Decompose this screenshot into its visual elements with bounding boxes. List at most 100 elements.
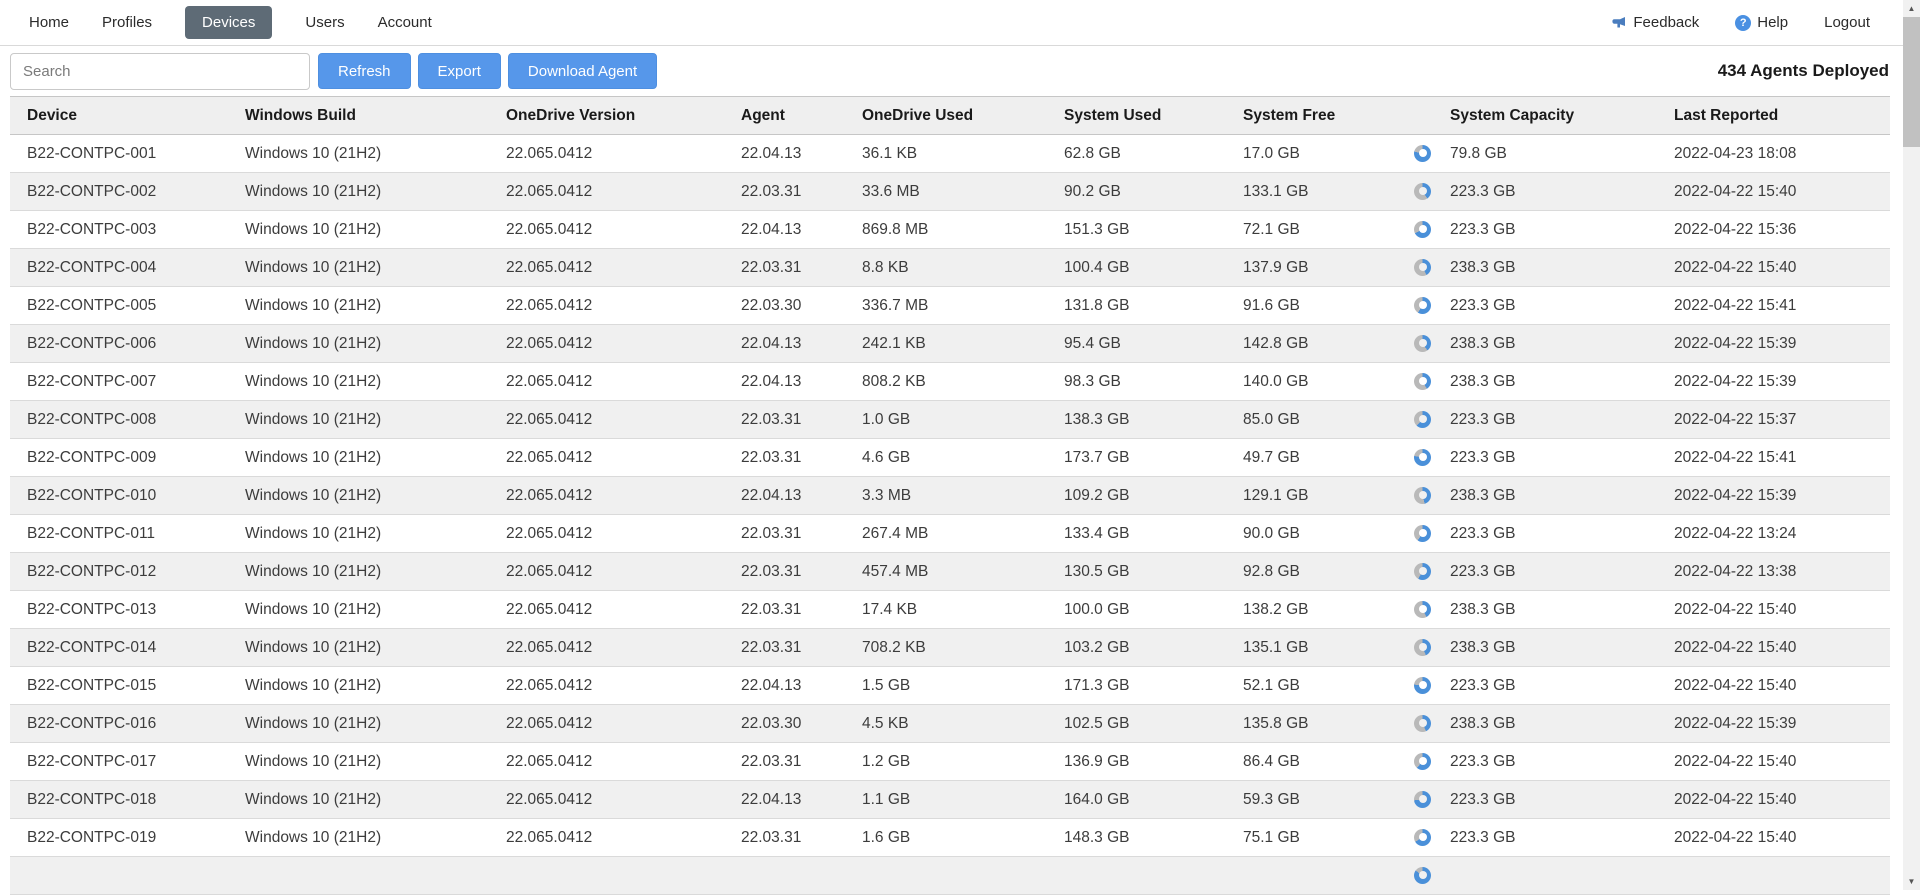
system-usage-donut — [1414, 639, 1431, 656]
cell-last-reported: 2022-04-22 15:41 — [1657, 287, 1890, 325]
cell-device: B22-CONTPC-001 — [10, 135, 228, 173]
cell-system-free: 86.4 GB — [1226, 743, 1406, 781]
cell-agent: 22.03.31 — [724, 439, 845, 477]
column-header-usage-donut — [1406, 97, 1433, 135]
nav-item-devices[interactable]: Devices — [185, 6, 272, 39]
nav-item-account[interactable]: Account — [378, 6, 432, 39]
cell-system-free: 75.1 GB — [1226, 819, 1406, 857]
device-row[interactable]: B22-CONTPC-013Windows 10 (21H2)22.065.04… — [10, 591, 1890, 629]
system-usage-donut — [1414, 221, 1431, 238]
column-header-device: Device — [10, 97, 228, 135]
cell-last-reported: 2022-04-22 13:38 — [1657, 553, 1890, 591]
cell-onedrive-version: 22.065.0412 — [489, 135, 724, 173]
cell-system-free: 52.1 GB — [1226, 667, 1406, 705]
cell-device: B22-CONTPC-011 — [10, 515, 228, 553]
cell-onedrive-used: 33.6 MB — [845, 173, 1047, 211]
cell-usage-donut — [1406, 705, 1433, 743]
device-row[interactable]: B22-CONTPC-019Windows 10 (21H2)22.065.04… — [10, 819, 1890, 857]
cell-system-free: 91.6 GB — [1226, 287, 1406, 325]
device-row[interactable]: B22-CONTPC-008Windows 10 (21H2)22.065.04… — [10, 401, 1890, 439]
cell-system-free: 90.0 GB — [1226, 515, 1406, 553]
cell-agent — [724, 857, 845, 895]
device-row[interactable]: B22-CONTPC-014Windows 10 (21H2)22.065.04… — [10, 629, 1890, 667]
scrollbar-thumb[interactable] — [1903, 17, 1920, 147]
cell-system-used: 90.2 GB — [1047, 173, 1226, 211]
cell-usage-donut — [1406, 173, 1433, 211]
device-row[interactable]: B22-CONTPC-007Windows 10 (21H2)22.065.04… — [10, 363, 1890, 401]
device-row[interactable]: B22-CONTPC-018Windows 10 (21H2)22.065.04… — [10, 781, 1890, 819]
device-row[interactable]: B22-CONTPC-012Windows 10 (21H2)22.065.04… — [10, 553, 1890, 591]
download-agent-button[interactable]: Download Agent — [508, 53, 657, 89]
device-row[interactable]: B22-CONTPC-006Windows 10 (21H2)22.065.04… — [10, 325, 1890, 363]
scrollbar-down-arrow-icon[interactable]: ▼ — [1903, 873, 1920, 890]
cell-device: B22-CONTPC-003 — [10, 211, 228, 249]
cell-onedrive-version: 22.065.0412 — [489, 287, 724, 325]
cell-onedrive-version: 22.065.0412 — [489, 363, 724, 401]
cell-usage-donut — [1406, 477, 1433, 515]
cell-agent: 22.04.13 — [724, 135, 845, 173]
cell-onedrive-version: 22.065.0412 — [489, 705, 724, 743]
device-row[interactable]: B22-CONTPC-003Windows 10 (21H2)22.065.04… — [10, 211, 1890, 249]
device-row[interactable]: B22-CONTPC-015Windows 10 (21H2)22.065.04… — [10, 667, 1890, 705]
cell-last-reported: 2022-04-23 18:08 — [1657, 135, 1890, 173]
cell-onedrive-version: 22.065.0412 — [489, 477, 724, 515]
device-row[interactable]: B22-CONTPC-010Windows 10 (21H2)22.065.04… — [10, 477, 1890, 515]
devices-table: DeviceWindows BuildOneDrive VersionAgent… — [10, 96, 1890, 895]
nav-item-home[interactable]: Home — [29, 6, 69, 39]
device-row[interactable]: B22-CONTPC-004Windows 10 (21H2)22.065.04… — [10, 249, 1890, 287]
cell-system-capacity: 238.3 GB — [1433, 591, 1657, 629]
toolbar: Refresh Export Download Agent 434 Agents… — [0, 46, 1920, 96]
device-row[interactable]: B22-CONTPC-005Windows 10 (21H2)22.065.04… — [10, 287, 1890, 325]
export-button[interactable]: Export — [418, 53, 501, 89]
nav-item-profiles[interactable]: Profiles — [102, 6, 152, 39]
scrollbar-up-arrow-icon[interactable]: ▲ — [1903, 0, 1920, 17]
device-row[interactable]: B22-CONTPC-017Windows 10 (21H2)22.065.04… — [10, 743, 1890, 781]
cell-agent: 22.04.13 — [724, 667, 845, 705]
cell-onedrive-version: 22.065.0412 — [489, 401, 724, 439]
cell-onedrive-used: 1.1 GB — [845, 781, 1047, 819]
device-row[interactable]: B22-CONTPC-011Windows 10 (21H2)22.065.04… — [10, 515, 1890, 553]
cell-windows-build: Windows 10 (21H2) — [228, 135, 489, 173]
cell-usage-donut — [1406, 553, 1433, 591]
device-row[interactable]: B22-CONTPC-009Windows 10 (21H2)22.065.04… — [10, 439, 1890, 477]
cell-system-free: 59.3 GB — [1226, 781, 1406, 819]
logout-link[interactable]: Logout — [1824, 14, 1870, 31]
cell-system-capacity: 238.3 GB — [1433, 325, 1657, 363]
cell-onedrive-version: 22.065.0412 — [489, 515, 724, 553]
nav-item-users[interactable]: Users — [305, 6, 344, 39]
cell-onedrive-used: 242.1 KB — [845, 325, 1047, 363]
cell-last-reported: 2022-04-22 15:39 — [1657, 477, 1890, 515]
help-link[interactable]: ? Help — [1735, 14, 1788, 31]
cell-last-reported: 2022-04-22 15:40 — [1657, 819, 1890, 857]
cell-windows-build: Windows 10 (21H2) — [228, 401, 489, 439]
cell-system-used: 95.4 GB — [1047, 325, 1226, 363]
cell-onedrive-used: 3.3 MB — [845, 477, 1047, 515]
logout-label: Logout — [1824, 14, 1870, 31]
column-header-system-capacity: System Capacity — [1433, 97, 1657, 135]
device-row[interactable] — [10, 857, 1890, 895]
cell-system-free: 49.7 GB — [1226, 439, 1406, 477]
cell-system-free: 135.8 GB — [1226, 705, 1406, 743]
device-row[interactable]: B22-CONTPC-001Windows 10 (21H2)22.065.04… — [10, 135, 1890, 173]
cell-windows-build: Windows 10 (21H2) — [228, 591, 489, 629]
device-row[interactable]: B22-CONTPC-002Windows 10 (21H2)22.065.04… — [10, 173, 1890, 211]
cell-usage-donut — [1406, 781, 1433, 819]
refresh-button[interactable]: Refresh — [318, 53, 411, 89]
cell-onedrive-version: 22.065.0412 — [489, 439, 724, 477]
cell-system-used: 151.3 GB — [1047, 211, 1226, 249]
column-header-system-free: System Free — [1226, 97, 1406, 135]
system-usage-donut — [1414, 373, 1431, 390]
cell-usage-donut — [1406, 819, 1433, 857]
device-row[interactable]: B22-CONTPC-016Windows 10 (21H2)22.065.04… — [10, 705, 1890, 743]
cell-last-reported: 2022-04-22 15:36 — [1657, 211, 1890, 249]
system-usage-donut — [1414, 525, 1431, 542]
vertical-scrollbar[interactable]: ▲ ▼ — [1903, 0, 1920, 890]
cell-device: B22-CONTPC-013 — [10, 591, 228, 629]
cell-device: B22-CONTPC-004 — [10, 249, 228, 287]
cell-system-free: 129.1 GB — [1226, 477, 1406, 515]
cell-onedrive-version: 22.065.0412 — [489, 743, 724, 781]
feedback-link[interactable]: Feedback — [1611, 14, 1699, 31]
system-usage-donut — [1414, 867, 1431, 884]
cell-onedrive-version: 22.065.0412 — [489, 249, 724, 287]
search-input[interactable] — [10, 53, 310, 90]
